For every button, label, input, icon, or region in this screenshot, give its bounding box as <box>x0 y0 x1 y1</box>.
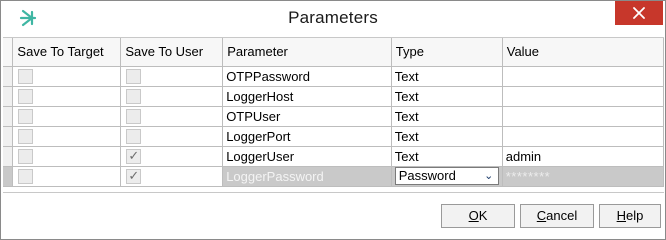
save-to-user-checkbox[interactable] <box>126 69 142 85</box>
row-selector[interactable] <box>3 106 14 127</box>
help-button[interactable]: Help <box>599 204 661 228</box>
parameter-cell[interactable]: OTPUser <box>222 106 392 127</box>
save-to-target-checkbox[interactable] <box>18 169 34 185</box>
column-header-parameter[interactable]: Parameter <box>222 38 392 67</box>
ok-button-label: K <box>478 208 488 223</box>
column-header-save-to-target[interactable]: Save To Target <box>12 38 122 67</box>
table-row[interactable]: OTPUser Text <box>3 106 665 127</box>
grid-header-row: Save To Target Save To User Parameter Ty… <box>3 38 665 67</box>
save-to-target-checkbox[interactable] <box>18 69 34 85</box>
column-header-save-to-user[interactable]: Save To User <box>120 38 224 67</box>
save-to-user-checkbox[interactable] <box>126 129 142 145</box>
column-header-value[interactable]: Value <box>502 38 665 67</box>
save-to-user-checkbox[interactable]: ✓ <box>126 168 142 185</box>
table-row[interactable]: LoggerPort Text <box>3 126 665 147</box>
save-to-target-checkbox[interactable] <box>18 89 34 105</box>
row-selector[interactable] <box>3 126 14 147</box>
parameters-dialog: Parameters Save To Target Save To User P… <box>0 0 666 240</box>
close-icon <box>633 7 645 19</box>
table-row[interactable]: OTPPassword Text <box>3 66 665 87</box>
value-cell[interactable] <box>502 66 665 87</box>
save-to-user-checkbox[interactable] <box>126 89 142 105</box>
parameters-grid: Save To Target Save To User Parameter Ty… <box>3 37 665 193</box>
parameter-cell[interactable]: LoggerPassword <box>222 166 392 187</box>
row-selector[interactable] <box>3 86 14 107</box>
type-dropdown[interactable]: Password ⌄ <box>394 167 499 185</box>
save-to-target-checkbox[interactable] <box>18 149 34 165</box>
save-to-target-checkbox[interactable] <box>18 129 34 145</box>
title-bar: Parameters <box>1 1 665 35</box>
value-cell[interactable] <box>502 126 665 147</box>
parameter-cell[interactable]: LoggerPort <box>222 126 392 147</box>
type-dropdown-value: Password <box>398 168 456 183</box>
value-cell[interactable]: ******** <box>502 166 665 187</box>
value-cell[interactable] <box>502 106 665 127</box>
help-button-mnemonic: H <box>616 208 627 223</box>
row-selector[interactable] <box>3 166 14 187</box>
type-cell[interactable]: Text <box>391 126 503 147</box>
save-to-user-checkbox[interactable] <box>126 109 142 125</box>
type-cell[interactable]: Text <box>391 86 503 107</box>
type-cell[interactable]: Text <box>391 106 503 127</box>
table-row[interactable]: LoggerHost Text <box>3 86 665 107</box>
save-to-user-checkbox[interactable]: ✓ <box>126 148 142 165</box>
parameter-cell[interactable]: OTPPassword <box>222 66 392 87</box>
ok-button[interactable]: OK <box>441 204 515 228</box>
cancel-button[interactable]: Cancel <box>520 204 594 228</box>
cancel-button-label: ancel <box>546 208 578 223</box>
row-selector[interactable] <box>3 146 14 167</box>
row-selector[interactable] <box>3 66 14 87</box>
cancel-button-mnemonic: C <box>536 208 547 223</box>
value-cell[interactable] <box>502 86 665 107</box>
type-cell[interactable]: Text <box>391 66 503 87</box>
row-selector-header <box>3 38 14 67</box>
value-cell[interactable]: admin <box>502 146 665 167</box>
parameter-cell[interactable]: LoggerUser <box>222 146 392 167</box>
checkmark-icon: ✓ <box>128 168 140 184</box>
parameter-cell[interactable]: LoggerHost <box>222 86 392 107</box>
table-row[interactable]: ✓ LoggerUser Text admin <box>3 146 665 167</box>
close-button[interactable] <box>615 1 663 25</box>
window-title: Parameters <box>288 8 378 27</box>
column-header-type[interactable]: Type <box>391 38 503 67</box>
checkmark-icon: ✓ <box>128 148 140 164</box>
help-button-label: elp <box>626 208 644 223</box>
save-to-target-checkbox[interactable] <box>18 109 34 125</box>
table-row-selected[interactable]: ✓ LoggerPassword Password ⌄ ******** <box>3 166 665 187</box>
type-cell[interactable]: Text <box>391 146 503 167</box>
ok-button-mnemonic: O <box>468 208 479 223</box>
chevron-down-icon[interactable]: ⌄ <box>483 168 495 184</box>
